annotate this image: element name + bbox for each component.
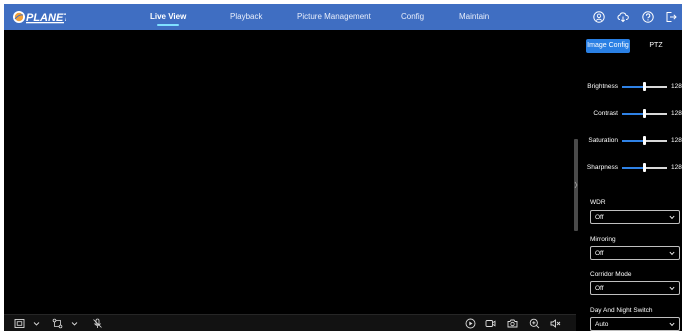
wdr-label: WDR — [590, 199, 606, 206]
wdr-value: Off — [595, 214, 604, 221]
nav-picture-management[interactable]: Picture Management — [297, 4, 371, 30]
stream-select-icon[interactable] — [52, 318, 63, 329]
image-config-panel: Image Config PTZ Brightness 128 Contrast… — [580, 30, 682, 331]
brightness-label: Brightness — [587, 83, 618, 90]
mirroring-select[interactable]: Off — [590, 246, 680, 260]
tab-ptz[interactable]: PTZ — [636, 39, 676, 53]
brightness-value: 128 — [671, 83, 682, 90]
contrast-label: Contrast — [593, 110, 618, 117]
panel-collapse-handle[interactable] — [574, 139, 578, 231]
tab-image-config[interactable]: Image Config — [586, 39, 630, 53]
record-icon[interactable] — [485, 318, 496, 329]
chevron-down-icon — [669, 215, 675, 220]
chevron-right-icon — [574, 181, 578, 189]
live-view-app: PLANET Live View Playback Picture Manage… — [4, 4, 682, 331]
sharpness-slider-thumb[interactable] — [643, 163, 646, 172]
nav-config[interactable]: Config — [401, 4, 424, 30]
help-icon[interactable] — [642, 11, 654, 23]
contrast-value: 128 — [671, 110, 682, 117]
wdr-select[interactable]: Off — [590, 210, 680, 224]
cloud-download-icon[interactable] — [617, 11, 629, 23]
sharpness-label: Sharpness — [586, 164, 618, 171]
contrast-slider-thumb[interactable] — [643, 109, 646, 118]
saturation-value: 128 — [671, 137, 682, 144]
top-header: PLANET Live View Playback Picture Manage… — [4, 4, 682, 30]
mirroring-value: Off — [595, 250, 604, 257]
corridor-mode-value: Off — [595, 285, 604, 292]
fullscreen-icon[interactable] — [14, 318, 25, 329]
chevron-down-icon[interactable] — [69, 318, 80, 329]
brightness-slider-thumb[interactable] — [643, 82, 646, 91]
play-icon[interactable] — [465, 318, 476, 329]
logout-icon[interactable] — [665, 11, 677, 23]
day-night-switch-select[interactable]: Auto — [590, 317, 680, 331]
chevron-down-icon — [669, 286, 675, 291]
day-night-switch-value: Auto — [595, 321, 609, 328]
speaker-muted-icon[interactable] — [550, 318, 561, 329]
corridor-mode-label: Corridor Mode — [590, 271, 632, 278]
saturation-label: Saturation — [588, 137, 618, 144]
day-night-switch-label: Day And Night Switch — [590, 307, 653, 314]
nav-live-view[interactable]: Live View — [150, 4, 186, 30]
chevron-down-icon[interactable] — [31, 318, 42, 329]
saturation-slider-thumb[interactable] — [643, 136, 646, 145]
nav-playback[interactable]: Playback — [230, 4, 262, 30]
corridor-mode-select[interactable]: Off — [590, 281, 680, 295]
microphone-muted-icon[interactable] — [92, 318, 103, 329]
live-video-viewport[interactable] — [4, 30, 576, 314]
mirroring-label: Mirroring — [590, 236, 616, 243]
snapshot-icon[interactable] — [507, 318, 518, 329]
planet-logo[interactable]: PLANET — [12, 9, 66, 25]
video-toolbar — [4, 314, 576, 331]
sharpness-value: 128 — [671, 164, 682, 171]
user-icon[interactable] — [593, 11, 605, 23]
zoom-in-icon[interactable] — [529, 318, 540, 329]
nav-maintain[interactable]: Maintain — [459, 4, 489, 30]
chevron-down-icon — [669, 322, 675, 327]
chevron-down-icon — [669, 251, 675, 256]
